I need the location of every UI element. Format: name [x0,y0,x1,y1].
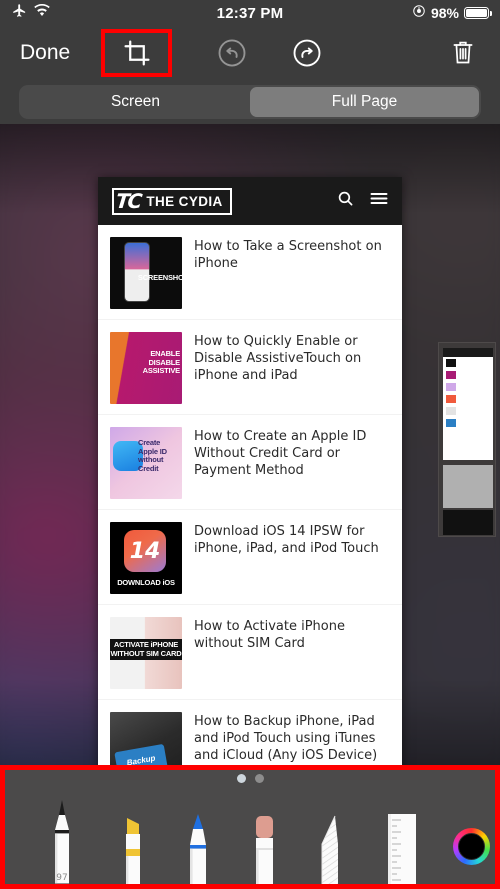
thumbnail-caption: DOWNLOAD iOS [117,578,175,588]
thumbnail-caption: SCREENSHOT [137,273,182,283]
toolbar-icon-group [70,28,500,77]
article-title[interactable]: How to Quickly Enable or Disable Assisti… [194,332,388,404]
article-title[interactable]: How to Activate iPhone without SIM Card [194,617,388,689]
capture-mode-segmented-control: Screen Full Page [19,84,481,119]
scroll-preview-page [443,348,493,460]
page-dot-1[interactable] [236,774,246,783]
list-item[interactable]: ACTIVATE iPHONE WITHOUT SIM CARD How to … [98,605,402,700]
web-page-preview[interactable]: TC THE CYDIA SCREENSHO How to Take a Scr… [98,177,402,769]
eraser-tool[interactable] [249,814,279,889]
highlighter-tool[interactable]: 80 [117,816,147,889]
scroll-preview-header [443,348,493,357]
site-name: THE CYDIA [146,193,223,209]
full-page-scroll-preview[interactable] [438,342,496,537]
screenshot-canvas[interactable]: TC THE CYDIA SCREENSHO How to Take a Scr… [0,124,500,769]
list-item[interactable]: ENABLE DISABLE ASSISTIVE How to Quickly … [98,320,402,415]
thumbnail-caption: ENABLE DISABLE ASSISTIVE [142,349,181,376]
redo-button[interactable] [292,38,322,68]
list-item[interactable]: SCREENSHOT How to Take a Screenshot on i… [98,225,402,320]
article-thumbnail: SCREENSHOT [110,237,182,309]
status-bar-time: 12:37 PM [216,4,284,22]
lasso-tool[interactable] [315,814,345,889]
rotation-lock-icon [412,4,426,23]
list-item[interactable]: Backup How to Backup iPhone, iPad and iP… [98,700,402,769]
ios-version-badge: 14 [124,530,166,572]
markup-tool-palette: 97 80 [0,765,500,889]
article-title[interactable]: How to Create an Apple ID Without Credit… [194,427,388,499]
status-bar: 12:37 PM 98% [0,0,500,26]
article-title[interactable]: How to Take a Screenshot on iPhone [194,237,388,309]
page-dot-2[interactable] [254,774,264,783]
site-header: TC THE CYDIA [98,177,402,225]
scroll-preview-footer [443,510,493,535]
marker-size-label: 50 [183,885,213,889]
pen-size-label: 97 [56,873,68,883]
tab-full-page[interactable]: Full Page [250,86,479,117]
thumbnail-caption: ACTIVATE iPHONE WITHOUT SIM CARD [110,640,182,658]
done-button[interactable]: Done [20,41,70,65]
delete-button[interactable] [450,39,476,67]
article-thumbnail: Create Apple ID without Credit [110,427,182,499]
article-thumbnail: Backup [110,712,182,769]
scroll-preview-body [443,465,493,508]
site-logo: TC THE CYDIA [112,187,232,215]
article-thumbnail: 14 DOWNLOAD iOS [110,522,182,594]
crop-highlight-box [101,28,173,77]
palette-page-indicator [0,774,500,783]
color-wheel-icon [453,828,490,865]
list-item[interactable]: 14 DOWNLOAD iOS Download iOS 14 IPSW for… [98,510,402,605]
screenshot-markup-screen: 12:37 PM 98% Done Screen Full Page TC TH… [0,0,500,889]
thumbnail-caption: Create Apple ID without Credit [138,438,167,473]
wifi-icon [34,3,50,22]
tab-screen[interactable]: Screen [21,87,250,117]
editor-toolbar: Done [0,26,500,79]
tool-row: 97 80 [0,792,500,889]
hamburger-menu-icon[interactable] [370,191,388,211]
crop-button[interactable] [101,28,173,77]
airplane-mode-icon [12,3,27,23]
article-thumbnail: ACTIVATE iPHONE WITHOUT SIM CARD [110,617,182,689]
status-bar-left [0,3,150,23]
color-picker[interactable] [453,828,490,865]
marker-tool[interactable]: 50 [183,812,213,889]
status-bar-right: 98% [350,4,500,23]
pen-tool[interactable]: 97 [47,799,77,889]
list-item[interactable]: Create Apple ID without Credit How to Cr… [98,415,402,510]
site-logo-mark: TC [114,189,142,213]
search-icon[interactable] [337,190,354,212]
capture-mode-row: Screen Full Page [0,79,500,124]
battery-icon [464,7,492,19]
article-thumbnail: ENABLE DISABLE ASSISTIVE [110,332,182,404]
battery-percent: 98% [430,5,459,21]
article-title[interactable]: How to Backup iPhone, iPad and iPod Touc… [194,712,388,769]
ruler-tool[interactable] [385,812,419,889]
article-title[interactable]: Download iOS 14 IPSW for iPhone, iPad, a… [194,522,388,594]
undo-button[interactable] [217,38,247,68]
